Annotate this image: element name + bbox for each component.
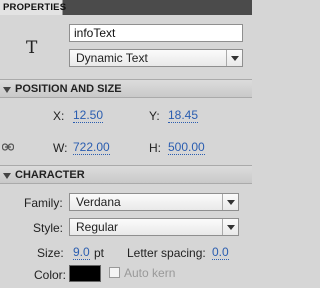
h-label: H: — [149, 141, 161, 155]
tab-properties[interactable]: PROPERTIES — [0, 0, 66, 15]
color-label: Color: — [34, 268, 67, 282]
w-label: W: — [53, 141, 68, 155]
chevron-down-icon — [226, 50, 242, 66]
section-character-title: CHARACTER — [15, 169, 85, 181]
y-value[interactable]: 18.45 — [168, 109, 199, 123]
text-color-swatch[interactable] — [69, 265, 101, 282]
h-value[interactable]: 500.00 — [168, 141, 205, 155]
section-character[interactable]: CHARACTER — [0, 165, 252, 184]
section-position-size-title: POSITION AND SIZE — [15, 83, 122, 95]
x-label: X: — [53, 109, 65, 123]
disclosure-triangle-icon — [3, 87, 11, 93]
text-type-value: Dynamic Text — [76, 51, 148, 65]
chain-link-icon[interactable] — [2, 142, 14, 152]
x-value[interactable]: 12.50 — [73, 109, 104, 123]
font-size-value[interactable]: 9.0 — [73, 246, 90, 260]
style-label: Style: — [33, 221, 64, 235]
auto-kern-checkbox[interactable] — [109, 267, 120, 278]
y-label: Y: — [149, 109, 160, 123]
family-label: Family: — [24, 196, 63, 210]
section-position-size[interactable]: POSITION AND SIZE — [0, 79, 252, 98]
font-style-value: Regular — [76, 220, 119, 234]
font-style-select[interactable]: Regular — [69, 218, 239, 236]
auto-kern-label: Auto kern — [124, 266, 176, 280]
instance-name-input[interactable]: infoText — [69, 24, 243, 42]
text-tool-icon: T — [26, 38, 38, 58]
chevron-down-icon — [222, 219, 238, 235]
text-type-select[interactable]: Dynamic Text — [69, 49, 243, 67]
font-family-value: Verdana — [76, 195, 121, 209]
font-size-unit: pt — [94, 246, 105, 260]
letter-spacing-value[interactable]: 0.0 — [212, 246, 229, 260]
font-family-select[interactable]: Verdana — [69, 193, 239, 211]
letter-spacing-label: Letter spacing: — [127, 246, 206, 260]
chevron-down-icon — [222, 194, 238, 210]
disclosure-triangle-icon — [3, 173, 11, 179]
w-value[interactable]: 722.00 — [73, 141, 110, 155]
size-label: Size: — [37, 246, 64, 260]
